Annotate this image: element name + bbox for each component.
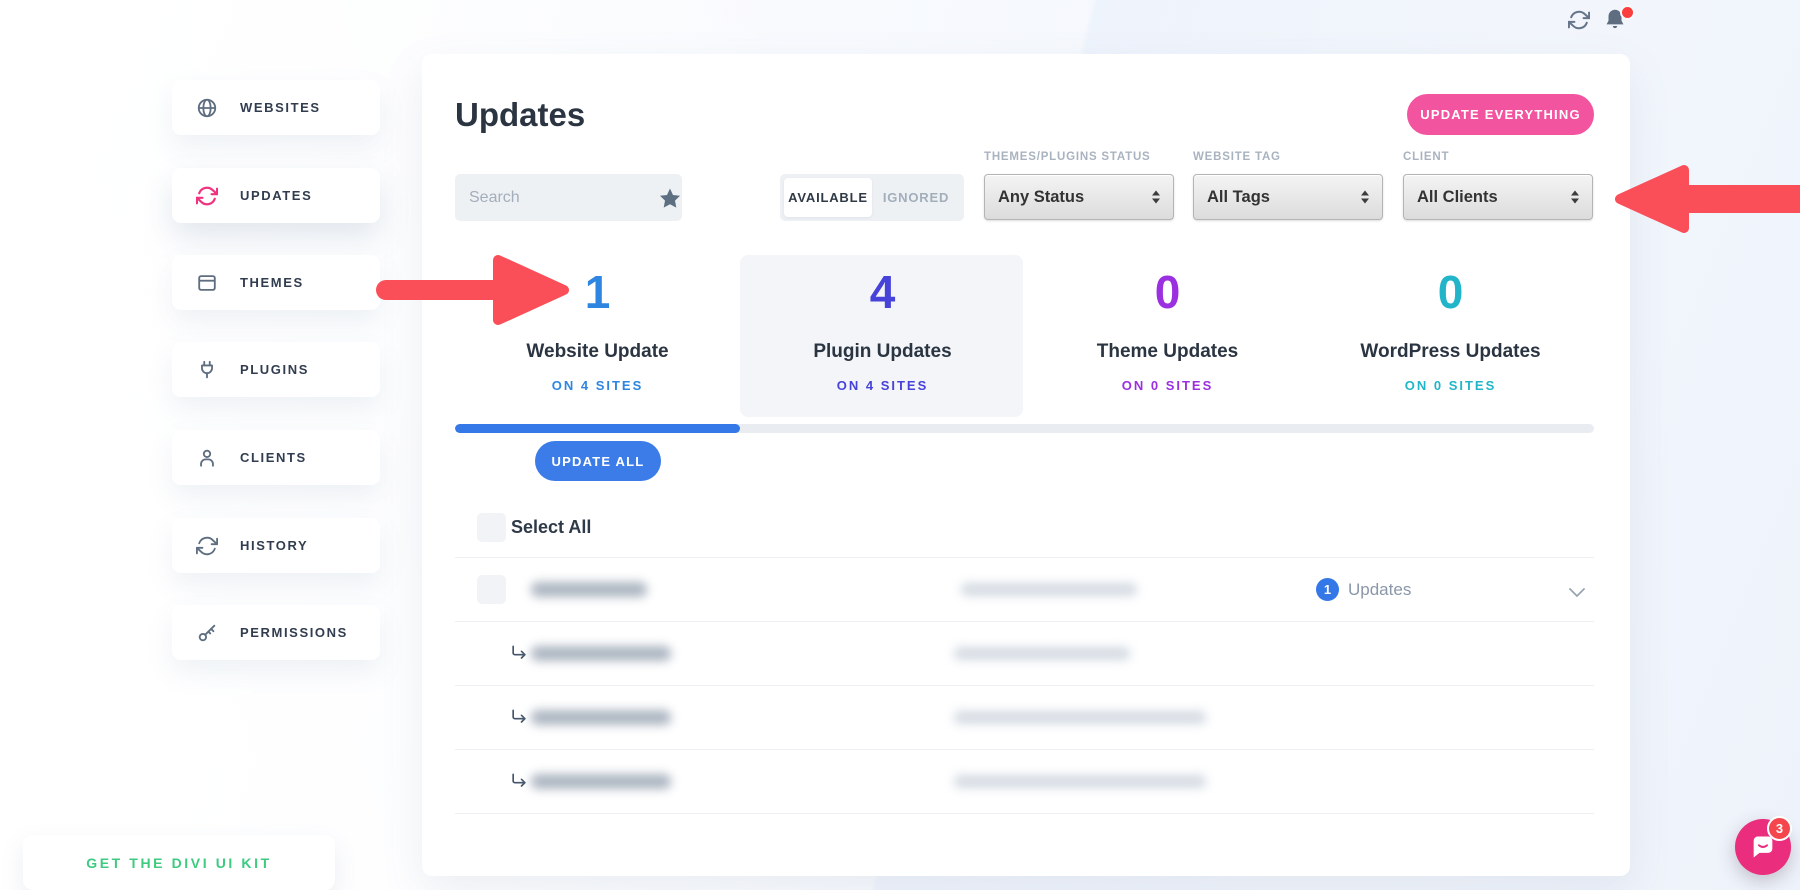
table-row[interactable] (455, 621, 1594, 685)
table-row[interactable] (455, 749, 1594, 814)
table-row[interactable]: 1 Updates (455, 557, 1594, 621)
update-all-button[interactable]: UPDATE ALL (535, 441, 661, 481)
redacted-update-detail (954, 711, 1206, 724)
stat-wordpress-updates[interactable]: 0 WordPress Updates ON 0 SITES (1308, 255, 1593, 417)
globe-icon (196, 97, 218, 119)
star-icon[interactable] (658, 186, 682, 210)
sidebar-item-clients[interactable]: CLIENTS (172, 430, 380, 485)
stat-label: Website Update (526, 341, 669, 362)
updates-progress-bar (455, 424, 1594, 433)
stat-theme-updates[interactable]: 0 Theme Updates ON 0 SITES (1025, 255, 1310, 417)
sidebar-item-label: CLIENTS (240, 450, 307, 465)
stat-label: Plugin Updates (813, 341, 952, 362)
stat-count: 1 (584, 266, 611, 318)
sidebar-item-updates[interactable]: UPDATES (172, 168, 380, 223)
refresh-icon[interactable] (1567, 9, 1591, 31)
key-icon (196, 622, 218, 644)
toggle-ignored[interactable]: IGNORED (872, 178, 960, 217)
updates-table: 1 Updates (455, 557, 1594, 814)
progress-fill (455, 424, 740, 433)
stat-sites: ON 0 SITES (1121, 378, 1214, 393)
table-row[interactable] (455, 685, 1594, 749)
corner-down-right-icon (509, 643, 529, 663)
redacted-update-detail (954, 647, 1130, 660)
stat-sites: ON 4 SITES (551, 378, 644, 393)
sync-icon (195, 185, 219, 207)
corner-down-right-icon (509, 707, 529, 727)
toggle-available[interactable]: AVAILABLE (784, 178, 872, 217)
dropdown-label-tag: WEBSITE TAG (1193, 151, 1281, 163)
sidebar-item-label: PLUGINS (240, 362, 309, 377)
redacted-site-name (531, 582, 647, 597)
window-icon (196, 272, 218, 294)
client-dropdown[interactable]: All Clients (1403, 174, 1593, 220)
redacted-update-name (531, 710, 671, 725)
sidebar-item-label: WEBSITES (240, 100, 321, 115)
redacted-site-url (961, 583, 1137, 596)
notification-dot (1620, 5, 1635, 20)
row-checkbox[interactable] (477, 575, 506, 604)
stat-website-updates[interactable]: 1 Website Update ON 4 SITES (455, 255, 740, 417)
stat-count: 0 (1154, 266, 1181, 318)
main-panel: Updates UPDATE EVERYTHING AVAILABLE IGNO… (422, 54, 1630, 876)
annotation-arrow-left (1615, 165, 1800, 233)
status-dropdown[interactable]: Any Status (984, 174, 1174, 220)
update-everything-button[interactable]: UPDATE EVERYTHING (1407, 94, 1594, 135)
status-toggle: AVAILABLE IGNORED (780, 174, 964, 221)
sidebar-item-permissions[interactable]: PERMISSIONS (172, 605, 380, 660)
redacted-update-name (531, 774, 671, 789)
history-icon (196, 535, 218, 557)
divi-ui-kit-link[interactable]: GET THE DIVI UI KIT (23, 835, 335, 890)
search-input[interactable] (455, 174, 682, 221)
sidebar-item-label: HISTORY (240, 538, 309, 553)
sidebar-item-websites[interactable]: WEBSITES (172, 80, 380, 135)
updates-badge-label: Updates (1348, 580, 1412, 599)
divi-ui-kit-label: GET THE DIVI UI KIT (86, 854, 272, 871)
dropdown-label-status: THEMES/PLUGINS STATUS (984, 151, 1151, 163)
chevron-down-icon[interactable] (1569, 585, 1585, 598)
stat-sites: ON 4 SITES (836, 378, 929, 393)
sidebar-item-label: UPDATES (240, 188, 313, 203)
client-dropdown-value: All Clients (1417, 187, 1498, 206)
redacted-update-name (531, 646, 671, 661)
updates-count-badge: 1 (1316, 578, 1339, 601)
dropdown-arrows-icon (1571, 190, 1580, 204)
dropdown-arrows-icon (1152, 190, 1161, 204)
select-all-label: Select All (511, 517, 592, 537)
sidebar-item-themes[interactable]: THEMES (172, 255, 380, 310)
dropdown-arrows-icon (1361, 190, 1370, 204)
status-dropdown-value: Any Status (998, 187, 1085, 206)
select-all-checkbox[interactable] (477, 513, 506, 542)
corner-down-right-icon (509, 771, 529, 791)
dropdown-label-client: CLIENT (1403, 151, 1450, 163)
stat-count: 4 (869, 266, 896, 318)
stat-count: 0 (1437, 266, 1464, 318)
chat-badge: 3 (1767, 816, 1792, 841)
redacted-update-detail (954, 775, 1206, 788)
sidebar-item-label: THEMES (240, 275, 304, 290)
stat-plugin-updates[interactable]: 4 Plugin Updates ON 4 SITES (740, 255, 1025, 417)
stat-sites: ON 0 SITES (1404, 378, 1497, 393)
page-title: Updates (455, 96, 586, 133)
website-tag-dropdown-value: All Tags (1207, 187, 1270, 206)
sidebar-item-label: PERMISSIONS (240, 625, 348, 640)
stat-label: WordPress Updates (1360, 341, 1541, 362)
sidebar-item-plugins[interactable]: PLUGINS (172, 342, 380, 397)
plug-icon (196, 359, 218, 381)
sidebar-item-history[interactable]: HISTORY (172, 518, 380, 573)
website-tag-dropdown[interactable]: All Tags (1193, 174, 1383, 220)
user-icon (196, 447, 218, 469)
stat-label: Theme Updates (1096, 341, 1239, 362)
